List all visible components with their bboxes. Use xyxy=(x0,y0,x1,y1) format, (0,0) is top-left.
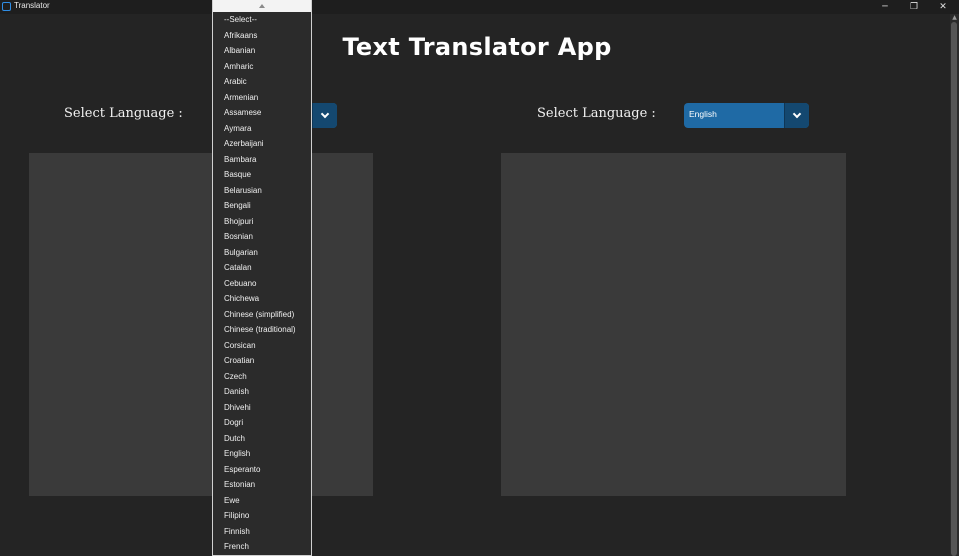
dropdown-option[interactable]: Armenian xyxy=(213,90,311,106)
scroll-up-arrow-icon[interactable]: ▲ xyxy=(950,14,959,22)
dropdown-option[interactable]: Czech xyxy=(213,369,311,385)
chevron-up-icon xyxy=(259,4,265,8)
dropdown-option[interactable]: Amharic xyxy=(213,59,311,75)
dropdown-option[interactable]: Basque xyxy=(213,167,311,183)
dropdown-option[interactable]: Assamese xyxy=(213,105,311,121)
target-language-value: English xyxy=(689,109,717,119)
dropdown-option[interactable]: --Select-- xyxy=(213,12,311,28)
dropdown-option[interactable]: Chinese (traditional) xyxy=(213,322,311,338)
language-dropdown-menu[interactable]: --Select-- Afrikaans Albanian Amharic Arabic… xyxy=(212,0,312,556)
app-heading: Text Translator App xyxy=(342,33,612,61)
dropdown-option[interactable]: Dogri xyxy=(213,415,311,431)
source-dropdown-button[interactable] xyxy=(312,103,337,128)
dropdown-option[interactable]: Chinese (simplified) xyxy=(213,307,311,323)
minimize-button[interactable]: ─ xyxy=(871,0,899,14)
window-scrollbar-thumb[interactable] xyxy=(951,22,957,556)
target-language-select[interactable]: English xyxy=(684,103,809,128)
app-icon xyxy=(2,2,11,11)
dropdown-options-list: --Select-- Afrikaans Albanian Amharic Arabic… xyxy=(213,12,311,555)
dropdown-option[interactable]: Catalan xyxy=(213,260,311,276)
source-text-input[interactable] xyxy=(29,153,373,496)
dropdown-option[interactable]: Estonian xyxy=(213,477,311,493)
target-dropdown-button[interactable] xyxy=(784,103,809,128)
dropdown-scroll-up-button[interactable] xyxy=(213,0,311,12)
dropdown-option[interactable]: Corsican xyxy=(213,338,311,354)
dropdown-option[interactable]: Belarusian xyxy=(213,183,311,199)
maximize-button[interactable]: ❐ xyxy=(900,0,928,14)
dropdown-option[interactable]: Danish xyxy=(213,384,311,400)
dropdown-option[interactable]: Aymara xyxy=(213,121,311,137)
dropdown-option[interactable]: Bambara xyxy=(213,152,311,168)
dropdown-option[interactable]: French xyxy=(213,539,311,555)
source-language-label: Select Language : xyxy=(64,106,183,121)
dropdown-option[interactable]: Finnish xyxy=(213,524,311,540)
translated-text-output[interactable] xyxy=(501,153,846,496)
dropdown-option[interactable]: Chichewa xyxy=(213,291,311,307)
dropdown-option[interactable]: Albanian xyxy=(213,43,311,59)
dropdown-option[interactable]: English xyxy=(213,446,311,462)
dropdown-option[interactable]: Cebuano xyxy=(213,276,311,292)
dropdown-option[interactable]: Ewe xyxy=(213,493,311,509)
chevron-down-icon xyxy=(792,109,802,119)
dropdown-option[interactable]: Arabic xyxy=(213,74,311,90)
window-title: Translator xyxy=(14,1,50,10)
dropdown-option[interactable]: Filipino xyxy=(213,508,311,524)
dropdown-option[interactable]: Croatian xyxy=(213,353,311,369)
target-language-label: Select Language : xyxy=(537,106,656,121)
close-button[interactable]: ✕ xyxy=(929,0,957,14)
dropdown-option[interactable]: Afrikaans xyxy=(213,28,311,44)
dropdown-option[interactable]: Bhojpuri xyxy=(213,214,311,230)
chevron-down-icon xyxy=(320,109,330,119)
dropdown-option[interactable]: Bulgarian xyxy=(213,245,311,261)
dropdown-option[interactable]: Bosnian xyxy=(213,229,311,245)
dropdown-option[interactable]: Azerbaijani xyxy=(213,136,311,152)
dropdown-option[interactable]: Bengali xyxy=(213,198,311,214)
dropdown-option[interactable]: Dhivehi xyxy=(213,400,311,416)
title-bar: Translator ─ ❐ ✕ xyxy=(0,0,959,14)
dropdown-option[interactable]: Dutch xyxy=(213,431,311,447)
dropdown-option[interactable]: Esperanto xyxy=(213,462,311,478)
